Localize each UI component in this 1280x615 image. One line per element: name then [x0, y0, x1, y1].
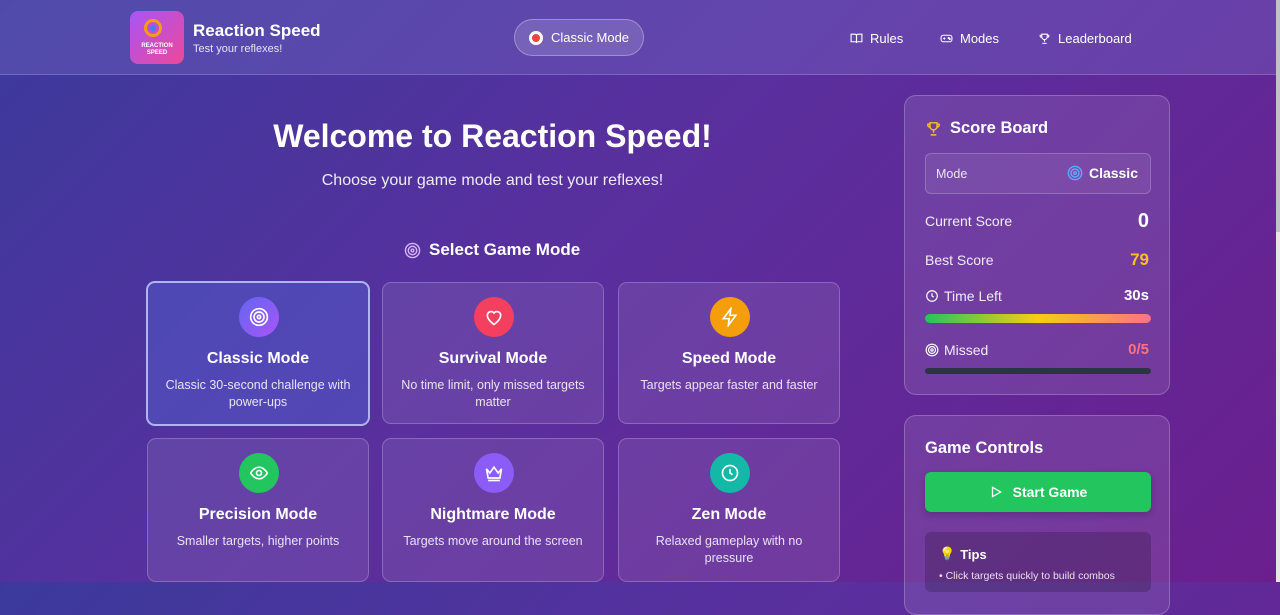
mode-title: Classic Mode — [206, 350, 310, 367]
app-subtitle: Test your reflexes! — [193, 43, 283, 55]
clock-icon — [721, 464, 739, 482]
start-game-label: Start Game — [1012, 484, 1088, 500]
mode-title: Zen Mode — [691, 506, 767, 523]
app-logo[interactable]: REACTION SPEED — [130, 11, 184, 64]
tips-title: 💡 Tips — [939, 546, 987, 562]
scoreboard-panel: Score Board Mode Classic Current Score 0… — [904, 95, 1170, 395]
current-mode-pill[interactable]: Classic Mode — [514, 19, 644, 56]
game-controls-panel: Game Controls Start Game 💡 Tips • Click … — [904, 415, 1170, 615]
nav-leaderboard-label: Leaderboard — [1058, 31, 1132, 46]
mode-description: Smaller targets, higher points — [176, 534, 340, 548]
nav-rules-label: Rules — [870, 31, 904, 46]
mode-icon-wrap — [239, 453, 279, 493]
mode-label: Mode — [936, 167, 968, 181]
time-left-label-text: Time Left — [944, 288, 1002, 304]
welcome-subtitle: Choose your game mode and test your refl… — [321, 172, 664, 189]
tips-title-text: Tips — [960, 546, 987, 562]
mode-title: Speed Mode — [681, 350, 777, 367]
mode-description: Targets move around the screen — [403, 534, 583, 548]
logo-text: REACTION SPEED — [141, 43, 173, 56]
lightning-icon — [721, 307, 738, 327]
heart-icon — [486, 310, 502, 326]
mode-title: Nightmare Mode — [430, 506, 556, 523]
current-score-value: 0 — [1137, 210, 1149, 232]
missed-value: 0/5 — [1128, 341, 1149, 358]
mode-card-nightmare[interactable]: Nightmare Mode Targets move around the s… — [382, 438, 604, 582]
target-icon — [404, 242, 421, 258]
game-controls-title: Game Controls — [925, 439, 1044, 457]
trophy-icon — [927, 122, 940, 136]
mode-icon-wrap — [710, 453, 750, 493]
time-left-value: 30s — [1123, 287, 1149, 304]
time-progress-bar — [925, 314, 1151, 323]
mode-description: No time limit, only missed targets matte… — [401, 378, 585, 409]
tips-box: 💡 Tips • Click targets quickly to build … — [925, 532, 1151, 592]
target-icon — [529, 30, 543, 45]
mode-card-survival[interactable]: Survival Mode No time limit, only missed… — [382, 282, 604, 424]
nav-modes[interactable]: Modes — [940, 31, 999, 46]
best-score-value: 79 — [1130, 250, 1149, 269]
mode-value: Classic — [1067, 165, 1138, 181]
current-score-label: Current Score — [925, 213, 1013, 229]
target-icon — [925, 343, 939, 357]
select-mode-heading: Select Game Mode — [404, 240, 580, 260]
target-logo-icon — [144, 19, 162, 37]
top-header: REACTION SPEED Reaction Speed Test your r… — [0, 0, 1276, 75]
play-icon — [991, 486, 1002, 498]
target-icon — [1067, 165, 1083, 181]
mode-display: Mode Classic — [925, 153, 1151, 194]
welcome-title: Welcome to Reaction Speed! — [273, 118, 712, 154]
scrollbar-thumb[interactable] — [1276, 0, 1280, 232]
missed-label-text: Missed — [944, 342, 989, 358]
nav-rules[interactable]: Rules — [850, 31, 903, 46]
time-left-label: Time Left — [925, 288, 1002, 304]
best-score-label: Best Score — [925, 252, 994, 268]
target-icon — [249, 307, 269, 327]
mode-description: Classic 30-second challenge with power-u… — [165, 378, 351, 409]
time-progress-fill — [925, 314, 1151, 323]
mode-title: Precision Mode — [198, 506, 318, 523]
scoreboard-title-label: Score Board — [950, 119, 1049, 137]
tip-item: • Click targets quickly to build combos — [939, 570, 1115, 582]
missed-label: Missed — [925, 342, 988, 358]
book-icon — [850, 33, 863, 43]
lightbulb-icon: 💡 — [939, 546, 956, 561]
trophy-icon — [1039, 33, 1050, 44]
mode-icon-wrap — [710, 297, 750, 337]
mode-description: Relaxed gameplay with no pressure — [655, 534, 803, 565]
mode-description: Targets appear faster and faster — [640, 378, 818, 392]
current-mode-label: Classic Mode — [551, 30, 630, 45]
mode-value-text: Classic — [1088, 165, 1138, 181]
crown-icon — [485, 465, 503, 482]
select-mode-label: Select Game Mode — [429, 240, 581, 259]
nav-leaderboard[interactable]: Leaderboard — [1038, 31, 1132, 46]
scoreboard-title: Score Board — [925, 119, 1048, 138]
mode-title: Survival Mode — [438, 350, 548, 367]
mode-card-zen[interactable]: Zen Mode Relaxed gameplay with no pressu… — [618, 438, 840, 582]
mode-card-classic[interactable]: Classic Mode Classic 30-second challenge… — [146, 281, 370, 426]
mode-icon-wrap — [239, 297, 279, 337]
start-game-button[interactable]: Start Game — [925, 472, 1151, 512]
app-title: Reaction Speed — [193, 21, 321, 40]
eye-icon — [249, 466, 269, 480]
gamepad-icon — [940, 34, 953, 43]
missed-progress-bar — [925, 368, 1151, 374]
clock-icon — [926, 290, 938, 302]
mode-card-speed[interactable]: Speed Mode Targets appear faster and fas… — [618, 282, 840, 424]
mode-card-precision[interactable]: Precision Mode Smaller targets, higher p… — [147, 438, 369, 582]
mode-icon-wrap — [474, 453, 514, 493]
nav-modes-label: Modes — [960, 31, 1000, 46]
mode-icon-wrap — [474, 297, 514, 337]
